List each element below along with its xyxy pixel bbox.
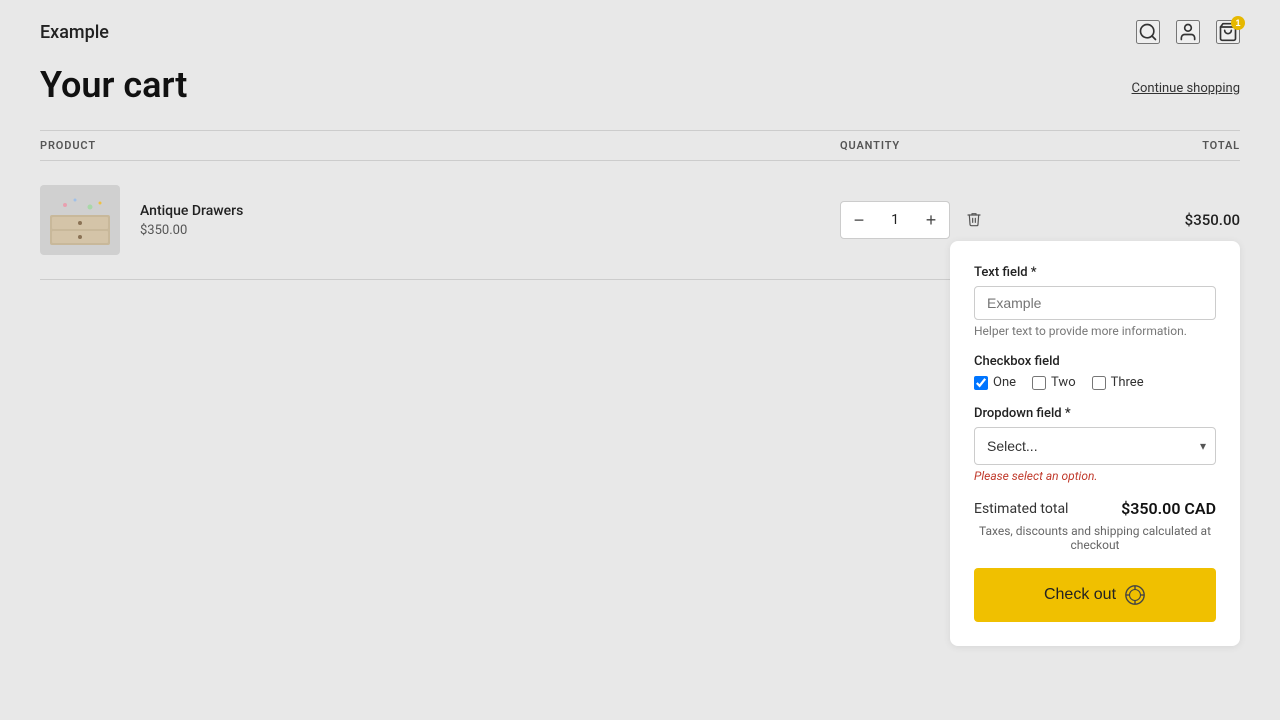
checkbox-field-label: Checkbox field: [974, 354, 1216, 369]
checkbox-group: One Two Three: [974, 375, 1216, 390]
quantity-col-label: QUANTITY: [840, 139, 1040, 152]
main-content: Antique Drawers $350.00 − 1 + $350.00: [40, 161, 1240, 280]
continue-shopping-link[interactable]: Continue shopping: [1132, 81, 1240, 96]
dropdown-wrapper: Select... Option 1 Option 2 Option 3 ▾: [974, 427, 1216, 465]
line-total: $350.00: [1040, 211, 1240, 229]
total-col-label: TOTAL: [1040, 139, 1240, 152]
checkbox-two[interactable]: Two: [1032, 375, 1076, 390]
checkbox-one[interactable]: One: [974, 375, 1016, 390]
checkout-label: Check out: [1044, 586, 1116, 604]
header: Example 1: [40, 0, 1240, 54]
estimated-total-value: $350.00 CAD: [1121, 499, 1216, 518]
checkbox-three-input[interactable]: [1092, 376, 1106, 390]
checkbox-three-label: Three: [1111, 375, 1144, 390]
dropdown-field-group: Dropdown field * Select... Option 1 Opti…: [974, 406, 1216, 483]
text-field-group: Text field * Helper text to provide more…: [974, 265, 1216, 338]
dropdown-field-label: Dropdown field *: [974, 406, 1216, 421]
quantity-control: − 1 +: [840, 201, 950, 239]
product-col-label: PRODUCT: [40, 139, 840, 152]
header-icons: 1: [1136, 20, 1240, 44]
dropdown-select[interactable]: Select... Option 1 Option 2 Option 3: [974, 427, 1216, 465]
order-panel: Text field * Helper text to provide more…: [950, 241, 1240, 646]
cart-button[interactable]: 1: [1216, 20, 1240, 44]
cart-table-header: PRODUCT QUANTITY TOTAL: [40, 130, 1240, 161]
checkbox-one-input[interactable]: [974, 376, 988, 390]
page-title: Your cart: [40, 64, 187, 106]
checkbox-three[interactable]: Three: [1092, 375, 1144, 390]
estimated-total-label: Estimated total: [974, 501, 1068, 517]
cart-badge: 1: [1231, 16, 1245, 30]
quantity-value: 1: [877, 212, 913, 228]
checkbox-field-group: Checkbox field One Two Three: [974, 354, 1216, 390]
page-title-row: Your cart Continue shopping: [40, 54, 1240, 130]
account-button[interactable]: [1176, 20, 1200, 44]
search-button[interactable]: [1136, 20, 1160, 44]
brand-name: Example: [40, 22, 109, 43]
checkbox-two-label: Two: [1051, 375, 1076, 390]
quantity-cell: − 1 +: [840, 201, 1040, 239]
checkbox-one-label: One: [993, 375, 1016, 390]
product-cell: Antique Drawers $350.00: [40, 185, 840, 255]
text-field-label: Text field *: [974, 265, 1216, 280]
quantity-increase-button[interactable]: +: [913, 202, 949, 238]
estimated-total-row: Estimated total $350.00 CAD: [974, 499, 1216, 518]
dropdown-error-message: Please select an option.: [974, 469, 1216, 483]
delete-item-button[interactable]: [962, 207, 986, 234]
checkbox-two-input[interactable]: [1032, 376, 1046, 390]
product-name: Antique Drawers: [140, 203, 243, 219]
cursor-icon: [1124, 584, 1146, 606]
product-price: $350.00: [140, 223, 243, 238]
text-field-input[interactable]: [974, 286, 1216, 320]
quantity-decrease-button[interactable]: −: [841, 202, 877, 238]
checkout-button[interactable]: Check out: [974, 568, 1216, 622]
text-field-helper: Helper text to provide more information.: [974, 324, 1216, 338]
product-image: [40, 185, 120, 255]
product-info: Antique Drawers $350.00: [140, 203, 243, 238]
taxes-note: Taxes, discounts and shipping calculated…: [974, 524, 1216, 552]
